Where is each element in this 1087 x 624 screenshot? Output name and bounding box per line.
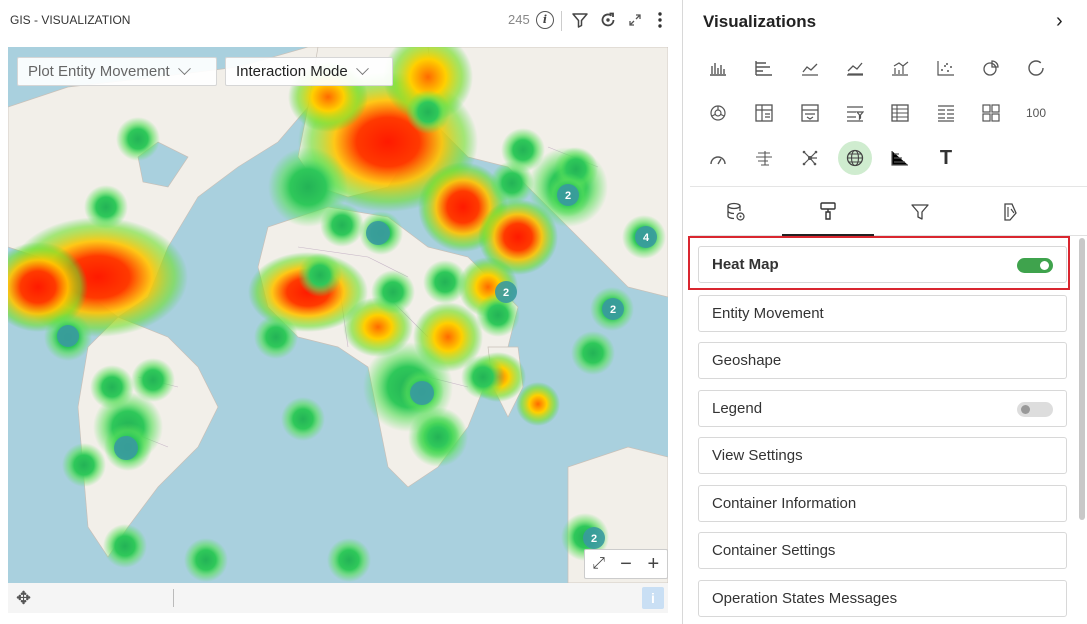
panel-divider[interactable] — [682, 0, 683, 624]
filter-tab[interactable] — [874, 187, 966, 236]
zoom-out-button[interactable]: − — [614, 553, 638, 576]
theme-icon — [1004, 202, 1017, 221]
legend-section[interactable]: Legend — [698, 390, 1067, 427]
operation-states-messages-section[interactable]: Operation States Messages — [698, 580, 1067, 617]
section-label: Legend — [712, 400, 763, 417]
database-settings-tab[interactable] — [690, 187, 782, 236]
entity-movement-section[interactable]: Entity Movement — [698, 295, 1067, 332]
chevron-right-icon[interactable]: › — [1056, 10, 1063, 33]
area-chart-icon[interactable] — [838, 51, 872, 85]
gauge-icon[interactable] — [701, 141, 735, 175]
sunburst-icon[interactable] — [701, 96, 735, 130]
paint-roller-icon — [820, 201, 836, 220]
panel-title: Visualizations — [703, 12, 817, 31]
cluster-label[interactable]: 2 — [591, 533, 597, 545]
attribution-info-button[interactable]: i — [642, 587, 664, 609]
chevron-down-icon — [355, 62, 369, 76]
more-icon[interactable] — [650, 10, 670, 30]
section-label: Geoshape — [712, 352, 782, 369]
panel-title: GIS - VISUALIZATION — [10, 13, 131, 27]
scatter-icon[interactable] — [929, 51, 963, 85]
filter-icon — [911, 203, 929, 220]
record-count: 245 — [508, 12, 530, 27]
table-filter-icon[interactable] — [838, 96, 872, 130]
dropdown-label: Interaction Mode — [236, 63, 348, 80]
chevron-down-icon — [177, 62, 191, 76]
bullet-icon[interactable] — [747, 141, 781, 175]
pie-chart-icon[interactable] — [974, 51, 1008, 85]
plot-entity-movement-dropdown[interactable]: Plot Entity Movement — [17, 57, 217, 86]
section-label: Container Information — [712, 495, 857, 512]
fit-bounds-button[interactable]: ⤢ — [587, 555, 611, 573]
table-icon[interactable] — [883, 96, 917, 130]
section-label: View Settings — [712, 447, 803, 464]
network-icon[interactable] — [793, 141, 827, 175]
header-divider — [561, 11, 562, 31]
visualizations-panel: Visualizations › 100 T Heat Map Entity M… — [686, 0, 1087, 624]
tiles-icon[interactable] — [974, 96, 1008, 130]
map-footer: ✥ i — [8, 583, 668, 613]
container-information-section[interactable]: Container Information — [698, 485, 1067, 522]
expand-icon[interactable] — [625, 10, 645, 30]
bar-chart-icon[interactable] — [701, 51, 735, 85]
highlight-box — [688, 236, 1070, 290]
text-icon[interactable]: T — [929, 141, 963, 175]
dropdown-label: Plot Entity Movement — [28, 63, 170, 80]
refresh-icon[interactable] — [598, 10, 618, 30]
step-chart-icon[interactable] — [883, 141, 917, 175]
horizontal-bar-icon[interactable] — [747, 51, 781, 85]
scrollbar[interactable] — [1079, 238, 1085, 520]
gis-panel: GIS - VISUALIZATION 245 i 2 2 2 4 2 Plot… — [0, 0, 675, 624]
info-icon[interactable]: i — [536, 11, 554, 29]
interaction-mode-dropdown[interactable]: Interaction Mode — [225, 57, 393, 86]
panel-header: GIS - VISUALIZATION 245 i — [0, 0, 675, 42]
settings-tabs — [690, 186, 1087, 236]
cluster-label[interactable]: 4 — [643, 232, 650, 244]
format-tab[interactable] — [782, 187, 874, 236]
heat-map[interactable]: 2 2 2 4 2 Plot Entity Movement Interacti… — [8, 47, 668, 583]
section-label: Entity Movement — [712, 305, 824, 322]
combo-chart-icon[interactable] — [883, 51, 917, 85]
globe-icon[interactable] — [838, 141, 872, 175]
container-settings-section[interactable]: Container Settings — [698, 532, 1067, 569]
footer-divider — [173, 589, 174, 607]
kpi-number-icon[interactable]: 100 — [1019, 96, 1053, 130]
view-settings-section[interactable]: View Settings — [698, 437, 1067, 474]
table-expand-icon[interactable] — [793, 96, 827, 130]
cluster-label[interactable]: 2 — [565, 190, 571, 202]
cluster-label[interactable]: 2 — [610, 304, 616, 316]
legend-toggle[interactable] — [1017, 402, 1053, 417]
move-icon[interactable]: ✥ — [16, 588, 31, 609]
line-chart-icon[interactable] — [793, 51, 827, 85]
list-icon[interactable] — [929, 96, 963, 130]
pivot-icon[interactable] — [747, 96, 781, 130]
filter-icon[interactable] — [570, 10, 590, 30]
zoom-in-button[interactable]: + — [641, 553, 665, 576]
section-label: Container Settings — [712, 542, 836, 559]
cluster-label[interactable]: 2 — [503, 287, 509, 299]
theme-tab[interactable] — [966, 187, 1058, 236]
database-icon — [727, 202, 745, 221]
section-label: Operation States Messages — [712, 590, 898, 607]
zoom-controls: ⤢ − + — [584, 549, 668, 579]
donut-icon[interactable] — [1019, 51, 1053, 85]
geoshape-section[interactable]: Geoshape — [698, 342, 1067, 379]
